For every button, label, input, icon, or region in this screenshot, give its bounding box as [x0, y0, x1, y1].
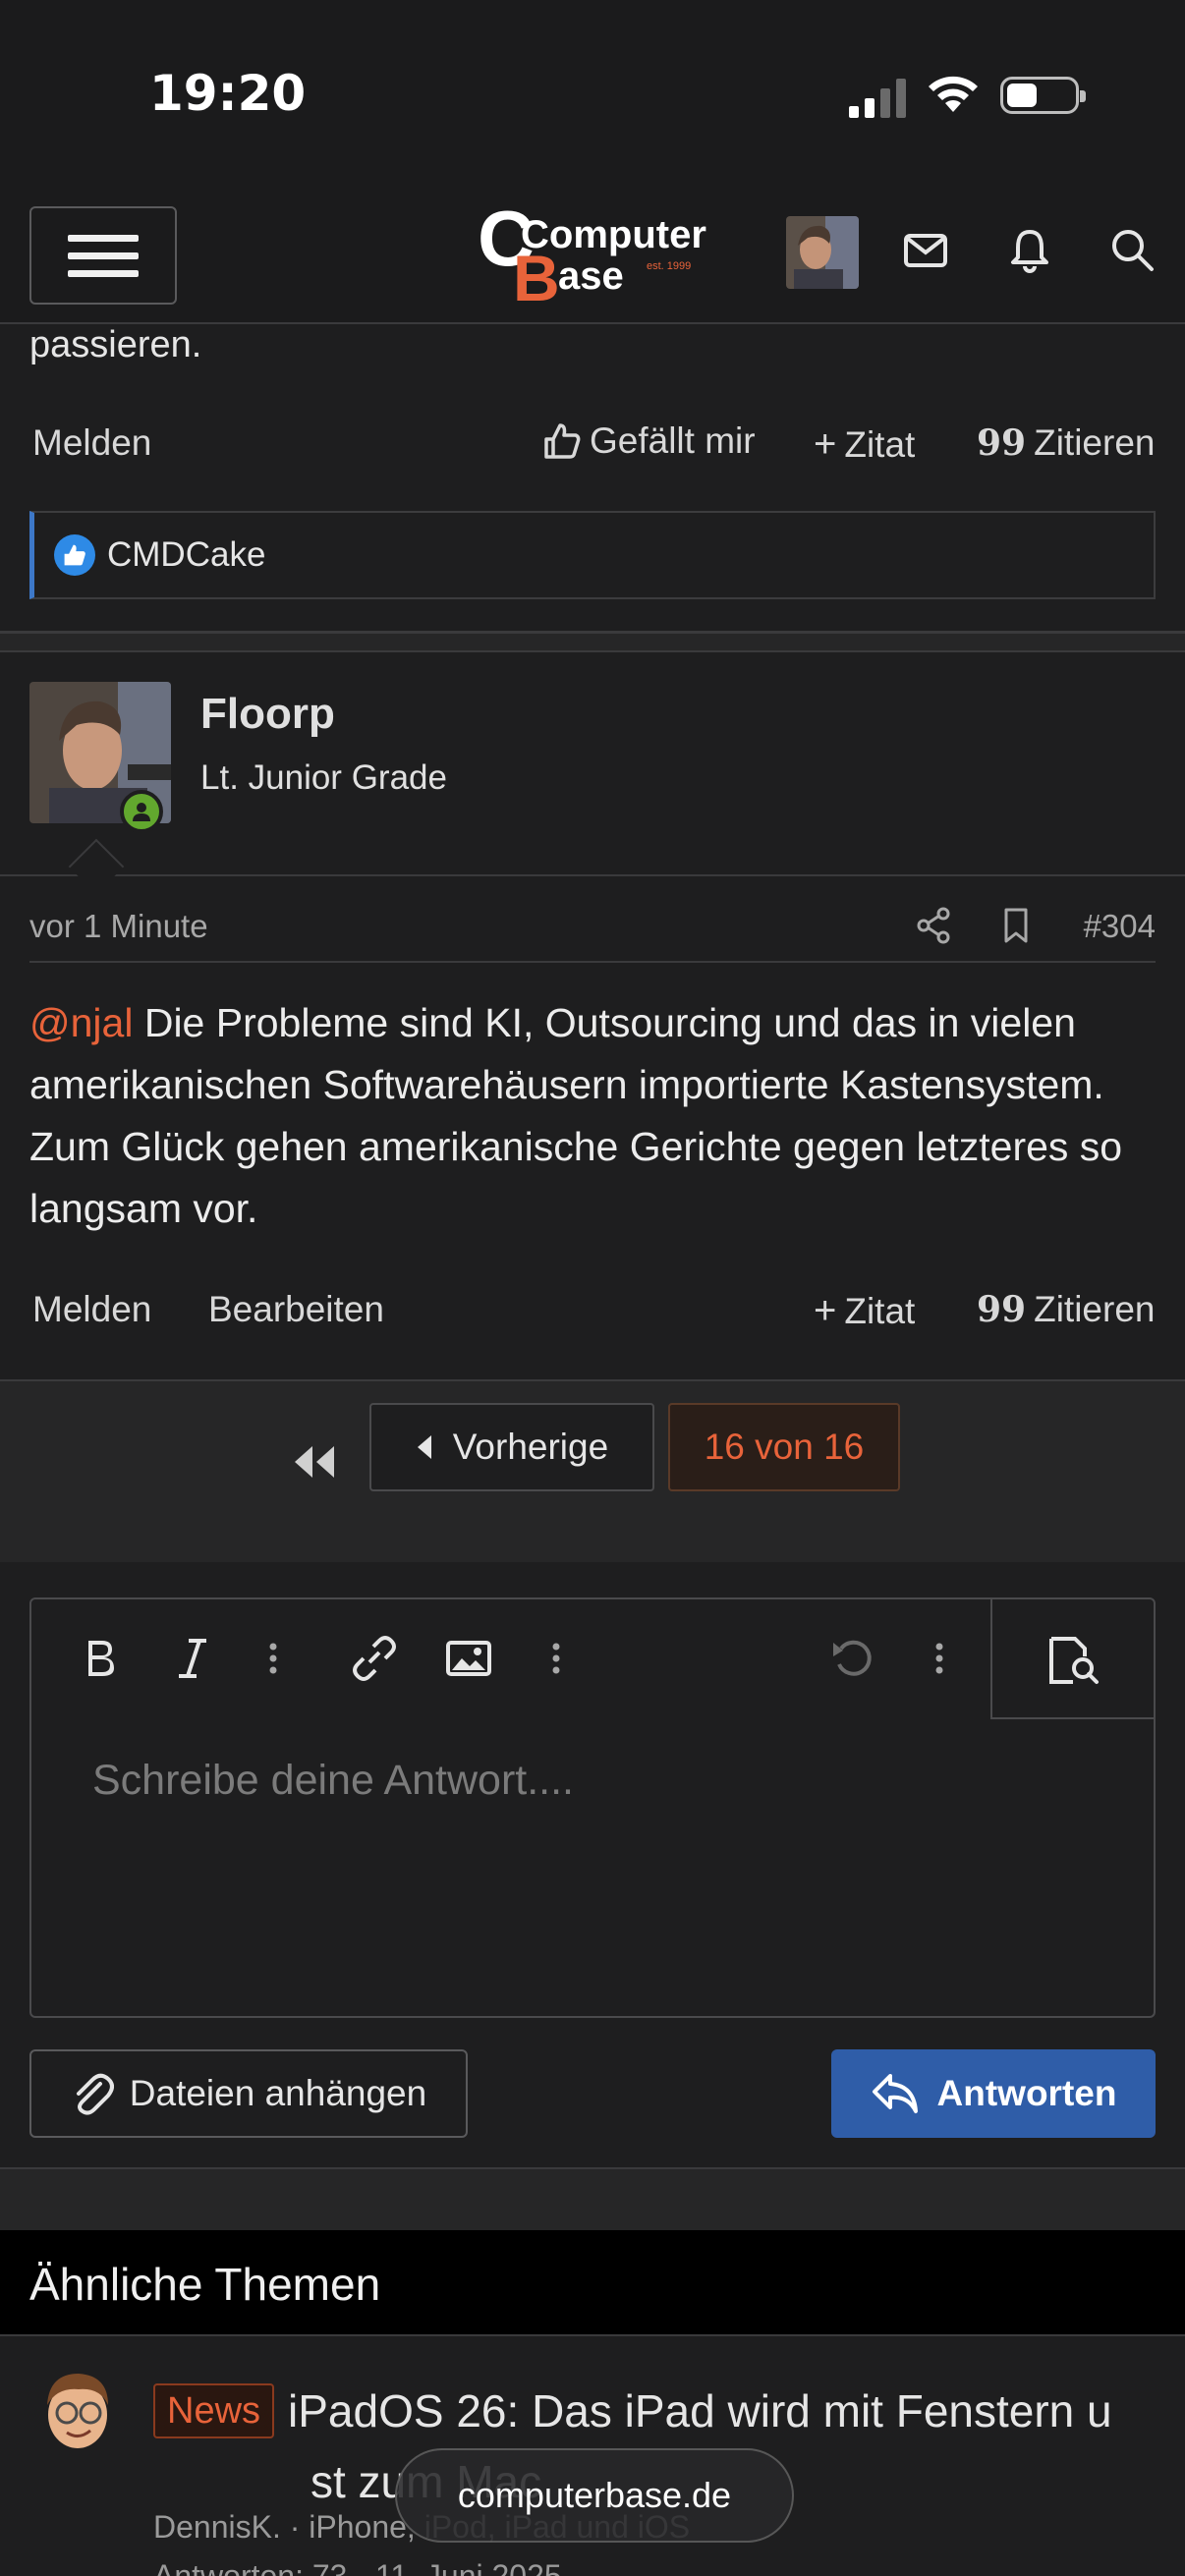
post-text: passieren. — [29, 324, 202, 365]
like-reaction-icon — [54, 534, 95, 576]
news-badge: News — [153, 2383, 275, 2438]
attach-label: Dateien anhängen — [129, 2073, 427, 2113]
wifi-icon — [929, 76, 978, 112]
post: Floorp Lt. Junior Grade vor 1 Minute #30… — [0, 652, 1185, 1379]
plus-quote-label: Zitat — [844, 1290, 916, 1331]
edit-link[interactable]: Bearbeiten — [208, 1289, 384, 1330]
pagination: Vorherige 16 von 16 — [0, 1379, 1185, 1562]
menu-button[interactable] — [29, 206, 177, 305]
plus-quote-link[interactable]: + Zitat — [814, 422, 915, 467]
more-options-icon[interactable] — [263, 1635, 283, 1682]
similar-topics-header: Ähnliche Themen — [0, 2230, 1185, 2334]
section-gap — [0, 2167, 1185, 2230]
caret-left-icon — [417, 1435, 431, 1459]
reply-button[interactable]: Antworten — [831, 2049, 1156, 2138]
username[interactable]: Floorp — [200, 690, 335, 739]
current-page-indicator[interactable]: 16 von 16 — [668, 1403, 900, 1491]
more-insert-icon[interactable] — [546, 1635, 566, 1682]
quote-label: Zitieren — [1034, 1289, 1156, 1329]
svg-text:B: B — [513, 242, 560, 308]
preview-button[interactable] — [990, 1599, 1154, 1719]
first-page-icon[interactable] — [291, 1442, 338, 1482]
user-rank: Lt. Junior Grade — [200, 758, 447, 797]
reply-icon — [872, 2074, 918, 2113]
plus-quote-label: Zitat — [844, 423, 916, 465]
post-user-block: Floorp Lt. Junior Grade — [0, 652, 1185, 876]
plus-icon: + — [814, 422, 837, 466]
report-link[interactable]: Melden — [32, 1289, 151, 1330]
quote-icon: 99 — [977, 1289, 1027, 1330]
more-actions-icon[interactable] — [930, 1635, 949, 1682]
reply-area: Schreibe deine Antwort.... Dateien anhän… — [0, 1562, 1185, 2167]
image-icon[interactable] — [444, 1635, 493, 1682]
quote-label: Zitieren — [1034, 422, 1156, 463]
user-mention[interactable]: @njal — [29, 1000, 133, 1045]
battery-icon — [1000, 77, 1086, 114]
svg-text:est. 1999: est. 1999 — [647, 260, 691, 272]
undo-icon[interactable] — [829, 1635, 876, 1682]
online-status-icon — [120, 790, 163, 833]
plus-quote-link[interactable]: + Zitat — [814, 1289, 915, 1333]
report-link[interactable]: Melden — [32, 422, 151, 464]
reactions-bar[interactable]: CMDCake — [29, 511, 1156, 599]
post-text: Die Probleme sind KI, Outsourcing und da… — [29, 1000, 1123, 1231]
like-link[interactable]: Gefällt mir — [542, 420, 756, 462]
topic-title-text: iPadOS 26: Das iPad wird mit Fenstern u — [288, 2385, 1112, 2436]
previous-page-button[interactable]: Vorherige — [369, 1403, 654, 1491]
post-number[interactable]: #304 — [1084, 908, 1156, 945]
quote-link[interactable]: 99 Zitieren — [977, 422, 1156, 464]
post-actions: Melden Bearbeiten + Zitat 99 Zitieren — [0, 1289, 1185, 1348]
share-icon[interactable] — [914, 906, 953, 945]
bookmark-icon[interactable] — [996, 906, 1036, 945]
previous-label: Vorherige — [452, 1427, 609, 1467]
attach-files-button[interactable]: Dateien anhängen — [29, 2049, 468, 2138]
plus-icon: + — [814, 1289, 837, 1332]
thumbs-up-icon — [544, 423, 581, 459]
previous-post: passieren. Melden Gefällt mir + Zitat 99… — [0, 324, 1185, 631]
bold-icon[interactable] — [79, 1635, 122, 1682]
status-bar: 19:20 — [0, 0, 1185, 187]
topic-stats: Antworten: 73 · 11. Juni 2025 — [153, 2558, 562, 2576]
cellular-signal-icon — [849, 79, 906, 118]
reaction-user: CMDCake — [107, 535, 266, 574]
quote-link[interactable]: 99 Zitieren — [977, 1289, 1156, 1330]
preview-icon — [1049, 1637, 1099, 1684]
reply-editor[interactable]: Schreibe deine Antwort.... — [29, 1597, 1156, 2018]
computerbase-logo[interactable]: C Computer B ase est. 1999 — [478, 200, 713, 308]
post-actions: Melden Gefällt mir + Zitat 99 Zitieren — [0, 420, 1185, 481]
similar-topics-title: Ähnliche Themen — [29, 2259, 381, 2310]
bell-icon[interactable] — [1006, 226, 1053, 273]
quote-icon: 99 — [977, 422, 1027, 464]
post-body: @njal Die Probleme sind KI, Outsourcing … — [29, 992, 1156, 1240]
author-avatar[interactable] — [35, 2366, 120, 2460]
svg-text:ase: ase — [558, 254, 624, 298]
like-label: Gefällt mir — [590, 420, 756, 461]
post-meta: vor 1 Minute #304 — [29, 888, 1156, 963]
site-header: C Computer B ase est. 1999 — [0, 187, 1185, 324]
italic-icon[interactable] — [173, 1635, 212, 1682]
clock: 19:20 — [149, 65, 307, 122]
mail-icon[interactable] — [902, 226, 949, 273]
paperclip-icon — [76, 2073, 114, 2115]
account-avatar[interactable] — [786, 216, 859, 289]
reply-label: Antworten — [936, 2073, 1117, 2113]
post-gap — [0, 634, 1185, 652]
reply-placeholder: Schreibe deine Antwort.... — [92, 1757, 575, 1804]
browser-url-bar[interactable]: computerbase.de — [395, 2448, 794, 2543]
post-time[interactable]: vor 1 Minute — [29, 908, 208, 945]
link-icon[interactable] — [350, 1635, 399, 1682]
search-icon[interactable] — [1108, 226, 1156, 273]
